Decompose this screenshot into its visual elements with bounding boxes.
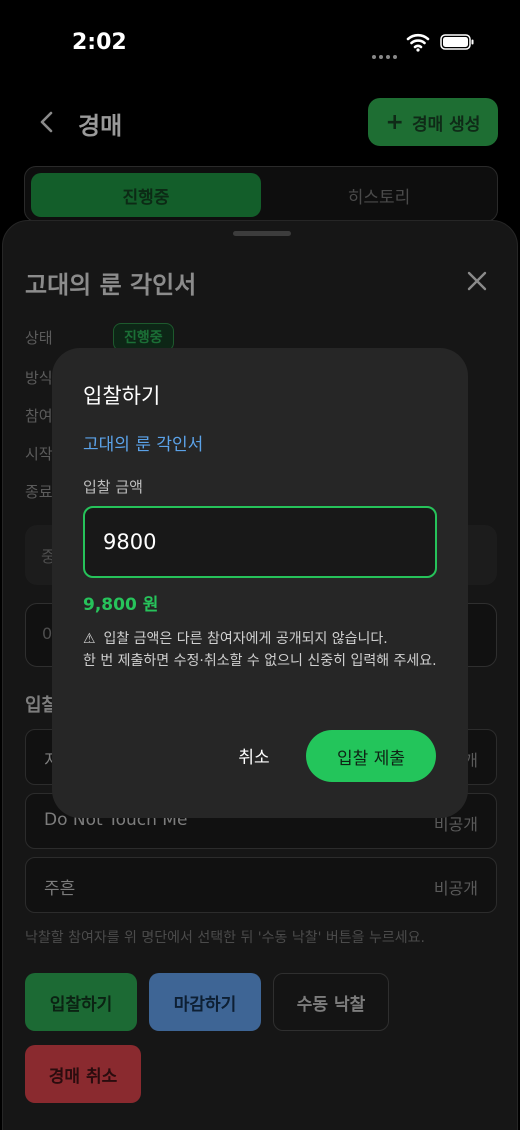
- submit-bid-button[interactable]: 입찰 제출: [306, 730, 436, 782]
- value-box-text: 0: [42, 624, 53, 643]
- bid-button[interactable]: 입찰하기: [25, 973, 137, 1031]
- manual-award-hint: 낙찰할 참여자를 위 명단에서 선택한 뒤 '수동 낙찰' 버튼을 누르세요.: [25, 930, 425, 946]
- close-auction-button[interactable]: 마감하기: [149, 973, 261, 1031]
- signal-icon: [372, 44, 400, 59]
- tab-history[interactable]: 히스토리: [265, 173, 493, 217]
- info-label-end: 종료: [25, 483, 53, 501]
- status-badge: 진행중: [113, 323, 174, 351]
- create-auction-label: 경매 생성: [411, 114, 481, 135]
- info-label-start: 시작: [25, 445, 53, 463]
- page-title: 경매: [78, 112, 123, 140]
- plus-icon: +: [385, 109, 404, 135]
- back-chevron-icon[interactable]: [36, 110, 60, 134]
- tab-in-progress[interactable]: 진행중: [31, 173, 261, 217]
- dialog-title: 입찰하기: [83, 384, 161, 408]
- warning-text-line1: 입찰 금액은 다른 참여자에게 공개되지 않습니다.: [103, 631, 388, 647]
- tab-bar: 진행중 히스토리: [24, 166, 498, 222]
- info-label-participants: 참여: [25, 407, 53, 425]
- bidder-name: 주흔: [44, 879, 76, 899]
- bid-amount-formatted: 9,800 원: [83, 595, 159, 615]
- dialog-item-name: 고대의 룬 각인서: [83, 435, 204, 455]
- create-auction-button[interactable]: + 경매 생성: [368, 98, 498, 146]
- page-header: 경매 + 경매 생성: [0, 90, 520, 154]
- dialog-cancel-button[interactable]: 취소: [228, 730, 280, 780]
- manual-award-button[interactable]: 수동 낙찰: [273, 973, 389, 1031]
- bidder-row[interactable]: 주흔 비공개: [25, 857, 497, 913]
- bid-amount-label: 입찰 금액: [83, 478, 143, 496]
- status-bar: 2:02: [0, 0, 520, 84]
- bid-warning: ⚠ 입찰 금액은 다른 참여자에게 공개되지 않습니다. 한 번 제출하면 수정…: [83, 628, 439, 672]
- close-icon[interactable]: [465, 269, 489, 293]
- sheet-handle[interactable]: [233, 231, 291, 236]
- warning-text-line2: 한 번 제출하면 수정·취소할 수 없으니 신중히 입력해 주세요.: [83, 653, 437, 669]
- info-label-status: 상태: [25, 329, 53, 347]
- bid-amount-input[interactable]: [83, 506, 437, 578]
- dynamic-island: [180, 19, 340, 65]
- battery-icon: [440, 34, 474, 50]
- bidder-visibility: 비공개: [433, 879, 478, 898]
- bid-dialog: 입찰하기 고대의 룬 각인서 입찰 금액 9,800 원 ⚠ 입찰 금액은 다른…: [52, 348, 468, 818]
- info-label-method: 방식: [25, 369, 53, 387]
- wifi-icon: [406, 33, 430, 52]
- sheet-title: 고대의 룬 각인서: [25, 271, 197, 299]
- cancel-auction-button[interactable]: 경매 취소: [25, 1045, 141, 1103]
- warning-icon: ⚠: [83, 631, 96, 647]
- status-time: 2:02: [72, 30, 127, 55]
